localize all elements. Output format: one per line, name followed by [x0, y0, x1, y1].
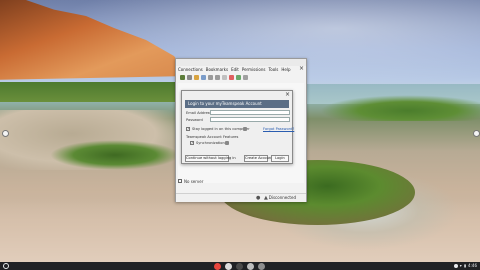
password-field[interactable] — [210, 117, 290, 122]
stay-logged-in-label: Stay logged in on this computer — [192, 127, 250, 131]
toolbar — [176, 73, 306, 81]
features-label: Teamspeak Account Features — [186, 135, 239, 139]
server-status: No server — [178, 177, 304, 185]
sync-checkbox[interactable]: ✓ — [190, 141, 194, 145]
server-icon — [178, 179, 182, 183]
password-label: Password — [186, 118, 203, 122]
shelf: ▾ ▮ 4:46 — [0, 262, 480, 270]
close-icon[interactable]: × — [299, 65, 304, 72]
stay-logged-in-checkbox[interactable]: ✓ — [186, 127, 190, 131]
dialog-title: Login to your myTeamspeak Account — [185, 100, 289, 108]
email-label: Email Address — [186, 111, 212, 115]
menu-bar: Connections Bookmarks Edit Permissions T… — [176, 66, 306, 73]
window-titlebar[interactable] — [176, 59, 306, 66]
lock-icon: ● — [256, 195, 261, 201]
app-2-icon[interactable] — [225, 262, 232, 270]
clock: 4:46 — [468, 263, 477, 268]
battery-icon: ▮ — [463, 263, 467, 268]
connect-icon[interactable] — [180, 74, 185, 80]
pinned-apps — [214, 262, 265, 270]
grass-band — [0, 82, 200, 102]
app-5-icon[interactable] — [258, 262, 265, 270]
create-account-button[interactable]: Create Account — [244, 155, 273, 162]
notification-icon — [453, 264, 458, 268]
dialog-close-icon[interactable]: × — [285, 91, 290, 98]
status-tray[interactable]: ▾ ▮ 4:46 — [453, 263, 477, 269]
menu-help[interactable]: Help — [281, 66, 290, 73]
login-button[interactable]: Login — [271, 155, 289, 162]
bookmark-icon[interactable] — [194, 74, 199, 80]
left-edge-button[interactable] — [2, 130, 9, 137]
app-4-icon[interactable] — [247, 262, 254, 270]
menu-permissions[interactable]: Permissions — [242, 66, 266, 73]
speaker-icon[interactable] — [215, 74, 220, 80]
settings-icon[interactable] — [243, 74, 248, 80]
menu-edit[interactable]: Edit — [231, 66, 239, 73]
app-3-icon[interactable] — [236, 262, 243, 270]
status-bar: ● ▲ Disconnected — [176, 193, 306, 202]
server-status-text: No server — [184, 178, 204, 184]
channel-icon[interactable] — [236, 74, 241, 80]
menu-connections[interactable]: Connections — [178, 66, 203, 73]
login-dialog: × Login to your myTeamspeak Account Emai… — [181, 90, 294, 164]
launcher-icon[interactable] — [3, 263, 9, 269]
mossy-rocks-right — [320, 95, 480, 121]
mossy-rocks-left — [50, 140, 180, 170]
connection-status: Disconnected — [268, 195, 296, 200]
email-field[interactable] — [210, 110, 290, 115]
info-icon — [243, 127, 247, 131]
connection-icon: ▲ — [264, 195, 268, 201]
sync-label: Synchronization — [196, 141, 225, 145]
forgot-password-link[interactable]: Forgot Password? — [263, 127, 294, 131]
menu-tools[interactable]: Tools — [269, 66, 279, 73]
subscribe-icon[interactable] — [222, 74, 227, 80]
wifi-icon: ▾ — [459, 263, 462, 268]
continue-without-login-button[interactable]: Continue without logging in — [185, 155, 236, 162]
dialog-titlebar[interactable] — [182, 91, 292, 99]
microphone-icon[interactable] — [208, 74, 213, 80]
away-icon[interactable] — [201, 74, 206, 80]
record-icon[interactable] — [229, 74, 234, 80]
chrome-icon[interactable] — [214, 262, 221, 270]
menu-bookmarks[interactable]: Bookmarks — [206, 66, 228, 73]
right-edge-button[interactable] — [473, 130, 480, 137]
sync-info-icon — [225, 141, 229, 145]
disconnect-icon[interactable] — [187, 74, 192, 80]
